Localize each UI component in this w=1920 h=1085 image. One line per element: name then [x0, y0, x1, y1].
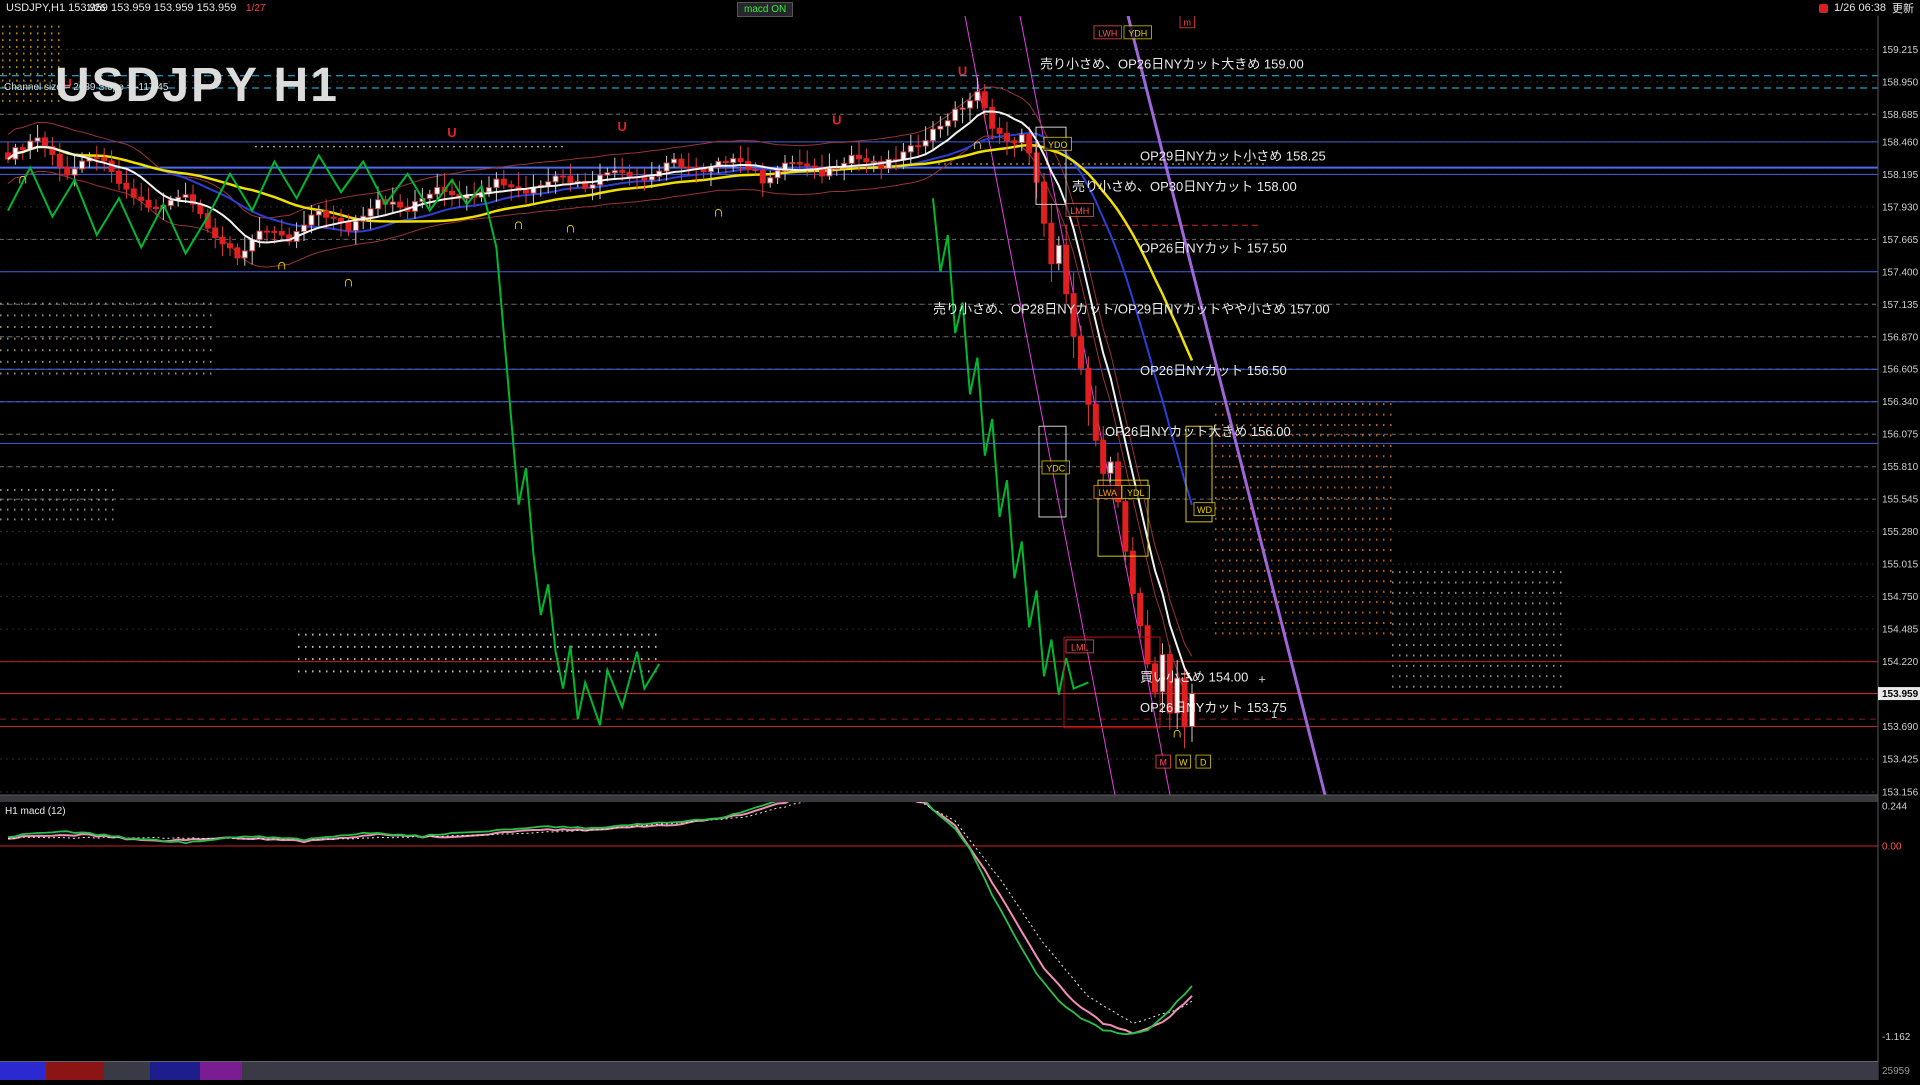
svg-text:157.400: 157.400	[1882, 267, 1919, 278]
svg-text:-1.162: -1.162	[1882, 1032, 1911, 1043]
svg-text:OP26日NYカット 156.50: OP26日NYカット 156.50	[1140, 363, 1287, 378]
timeline-segment-1[interactable]	[46, 1062, 104, 1080]
svg-text:YDL: YDL	[1127, 488, 1145, 498]
svg-text:25959: 25959	[1882, 1066, 1910, 1077]
svg-text:158.685: 158.685	[1882, 110, 1919, 121]
svg-text:156.870: 156.870	[1882, 332, 1919, 343]
svg-text:YDO: YDO	[1048, 140, 1068, 150]
chart-canvas[interactable]: LWH YDH m YDO LMH YDC LWA YDL WD LML M W D 売り小さめ、OP26…	[0, 0, 1920, 1085]
svg-text:LMH: LMH	[1070, 206, 1089, 216]
timeline-segment-rest[interactable]	[300, 1062, 1878, 1080]
svg-text:YDH: YDH	[1128, 28, 1147, 38]
svg-text:∩: ∩	[565, 220, 576, 237]
timeline-date-1: 1/26	[86, 3, 106, 14]
svg-text:OP26日NYカット大きめ 156.00: OP26日NYカット大きめ 156.00	[1105, 424, 1291, 439]
svg-text:OP26日NYカット 157.50: OP26日NYカット 157.50	[1140, 240, 1287, 255]
svg-text:0.00: 0.00	[1882, 842, 1902, 853]
svg-text:∩: ∩	[17, 171, 28, 188]
svg-text:YDC: YDC	[1046, 463, 1066, 473]
svg-text:U: U	[618, 119, 627, 134]
macd-toggle-button[interactable]: macd ON	[737, 2, 794, 17]
svg-text:M: M	[1160, 758, 1168, 768]
svg-text:∩: ∩	[972, 136, 983, 153]
svg-text:∩: ∩	[713, 204, 724, 221]
svg-text:154.750: 154.750	[1882, 592, 1919, 603]
svg-text:157.665: 157.665	[1882, 235, 1919, 246]
update-icon[interactable]	[1819, 3, 1828, 13]
svg-text:158.950: 158.950	[1882, 77, 1919, 88]
svg-text:∩: ∩	[513, 216, 524, 233]
svg-text:158.460: 158.460	[1882, 137, 1919, 148]
svg-text:156.340: 156.340	[1882, 397, 1919, 408]
svg-text:155.280: 155.280	[1882, 527, 1919, 538]
title-bar: USDJPY,H1 153.959 153.959 153.959 153.95…	[0, 0, 1920, 16]
svg-text:∩: ∩	[1172, 725, 1183, 742]
timeline-segment-0[interactable]	[0, 1062, 46, 1080]
svg-text:U: U	[832, 113, 841, 128]
svg-text:W: W	[1179, 758, 1188, 768]
svg-text:LWH: LWH	[1098, 28, 1117, 38]
svg-text:WD: WD	[1197, 505, 1212, 515]
svg-text:155.545: 155.545	[1882, 495, 1919, 506]
svg-text:OP26日NYカット 153.75: OP26日NYカット 153.75	[1140, 700, 1287, 715]
svg-text:156.605: 156.605	[1882, 365, 1919, 376]
timeline-bar[interactable]	[0, 1061, 1878, 1080]
svg-text:U: U	[447, 125, 456, 140]
svg-text:153.425: 153.425	[1882, 755, 1919, 766]
trading-terminal-screen: { "window": { "title": "USDJPY,H1 153.95…	[0, 0, 1920, 1080]
window-title: USDJPY,H1 153.959 153.959 153.959 153.95…	[6, 2, 237, 14]
svg-text:153.156: 153.156	[1882, 787, 1919, 798]
svg-text:154.485: 154.485	[1882, 625, 1919, 636]
svg-text:売り小さめ、OP26日NYカット大きめ 159.00: 売り小さめ、OP26日NYカット大きめ 159.00	[1040, 56, 1304, 71]
svg-text:売り小さめ、OP30日NYカット 158.00: 売り小さめ、OP30日NYカット 158.00	[1072, 179, 1297, 194]
timeline-segment-4[interactable]	[200, 1062, 242, 1080]
timeline-segment-2[interactable]	[104, 1062, 150, 1080]
svg-text:155.810: 155.810	[1882, 462, 1919, 473]
macd-pane-label: H1 macd (12)	[5, 806, 66, 817]
svg-text:1: 1	[1271, 709, 1277, 721]
svg-text:LWA: LWA	[1098, 488, 1117, 498]
svg-text:OP29日NYカット小さめ 158.25: OP29日NYカット小さめ 158.25	[1140, 148, 1326, 163]
svg-text:+: +	[1258, 672, 1266, 687]
svg-text:154.220: 154.220	[1882, 657, 1919, 668]
svg-text:∩: ∩	[276, 256, 287, 273]
svg-text:U: U	[958, 64, 967, 79]
timeline-segment-3[interactable]	[150, 1062, 200, 1080]
update-button[interactable]: 更新	[1892, 0, 1914, 16]
svg-text:売り小さめ、OP28日NYカット/OP29日NYカットやや小: 売り小さめ、OP28日NYカット/OP29日NYカットやや小さめ 157.00	[933, 302, 1330, 317]
svg-text:158.195: 158.195	[1882, 170, 1919, 181]
svg-text:156.075: 156.075	[1882, 430, 1919, 441]
svg-text:買い小さめ 154.00: 買い小さめ 154.00	[1140, 669, 1248, 684]
svg-text:159.215: 159.215	[1882, 45, 1919, 56]
svg-text:∩: ∩	[343, 274, 354, 291]
svg-text:157.135: 157.135	[1882, 300, 1919, 311]
svg-text:m: m	[1184, 17, 1192, 27]
channel-info-label: Channel size = 2689 Slope = -117.45	[4, 82, 169, 93]
svg-text:D: D	[1200, 758, 1207, 768]
svg-text:153.690: 153.690	[1882, 722, 1919, 733]
timeline-date-2: 1/27	[246, 3, 266, 14]
svg-text:153.959: 153.959	[1882, 689, 1919, 700]
svg-text:0.244: 0.244	[1882, 802, 1907, 813]
svg-text:155.015: 155.015	[1882, 560, 1919, 571]
svg-text:LML: LML	[1071, 642, 1089, 652]
svg-text:157.930: 157.930	[1882, 202, 1919, 213]
datetime-label: 1/26 06:38	[1834, 2, 1886, 14]
timeline-segment-5[interactable]	[242, 1062, 300, 1080]
